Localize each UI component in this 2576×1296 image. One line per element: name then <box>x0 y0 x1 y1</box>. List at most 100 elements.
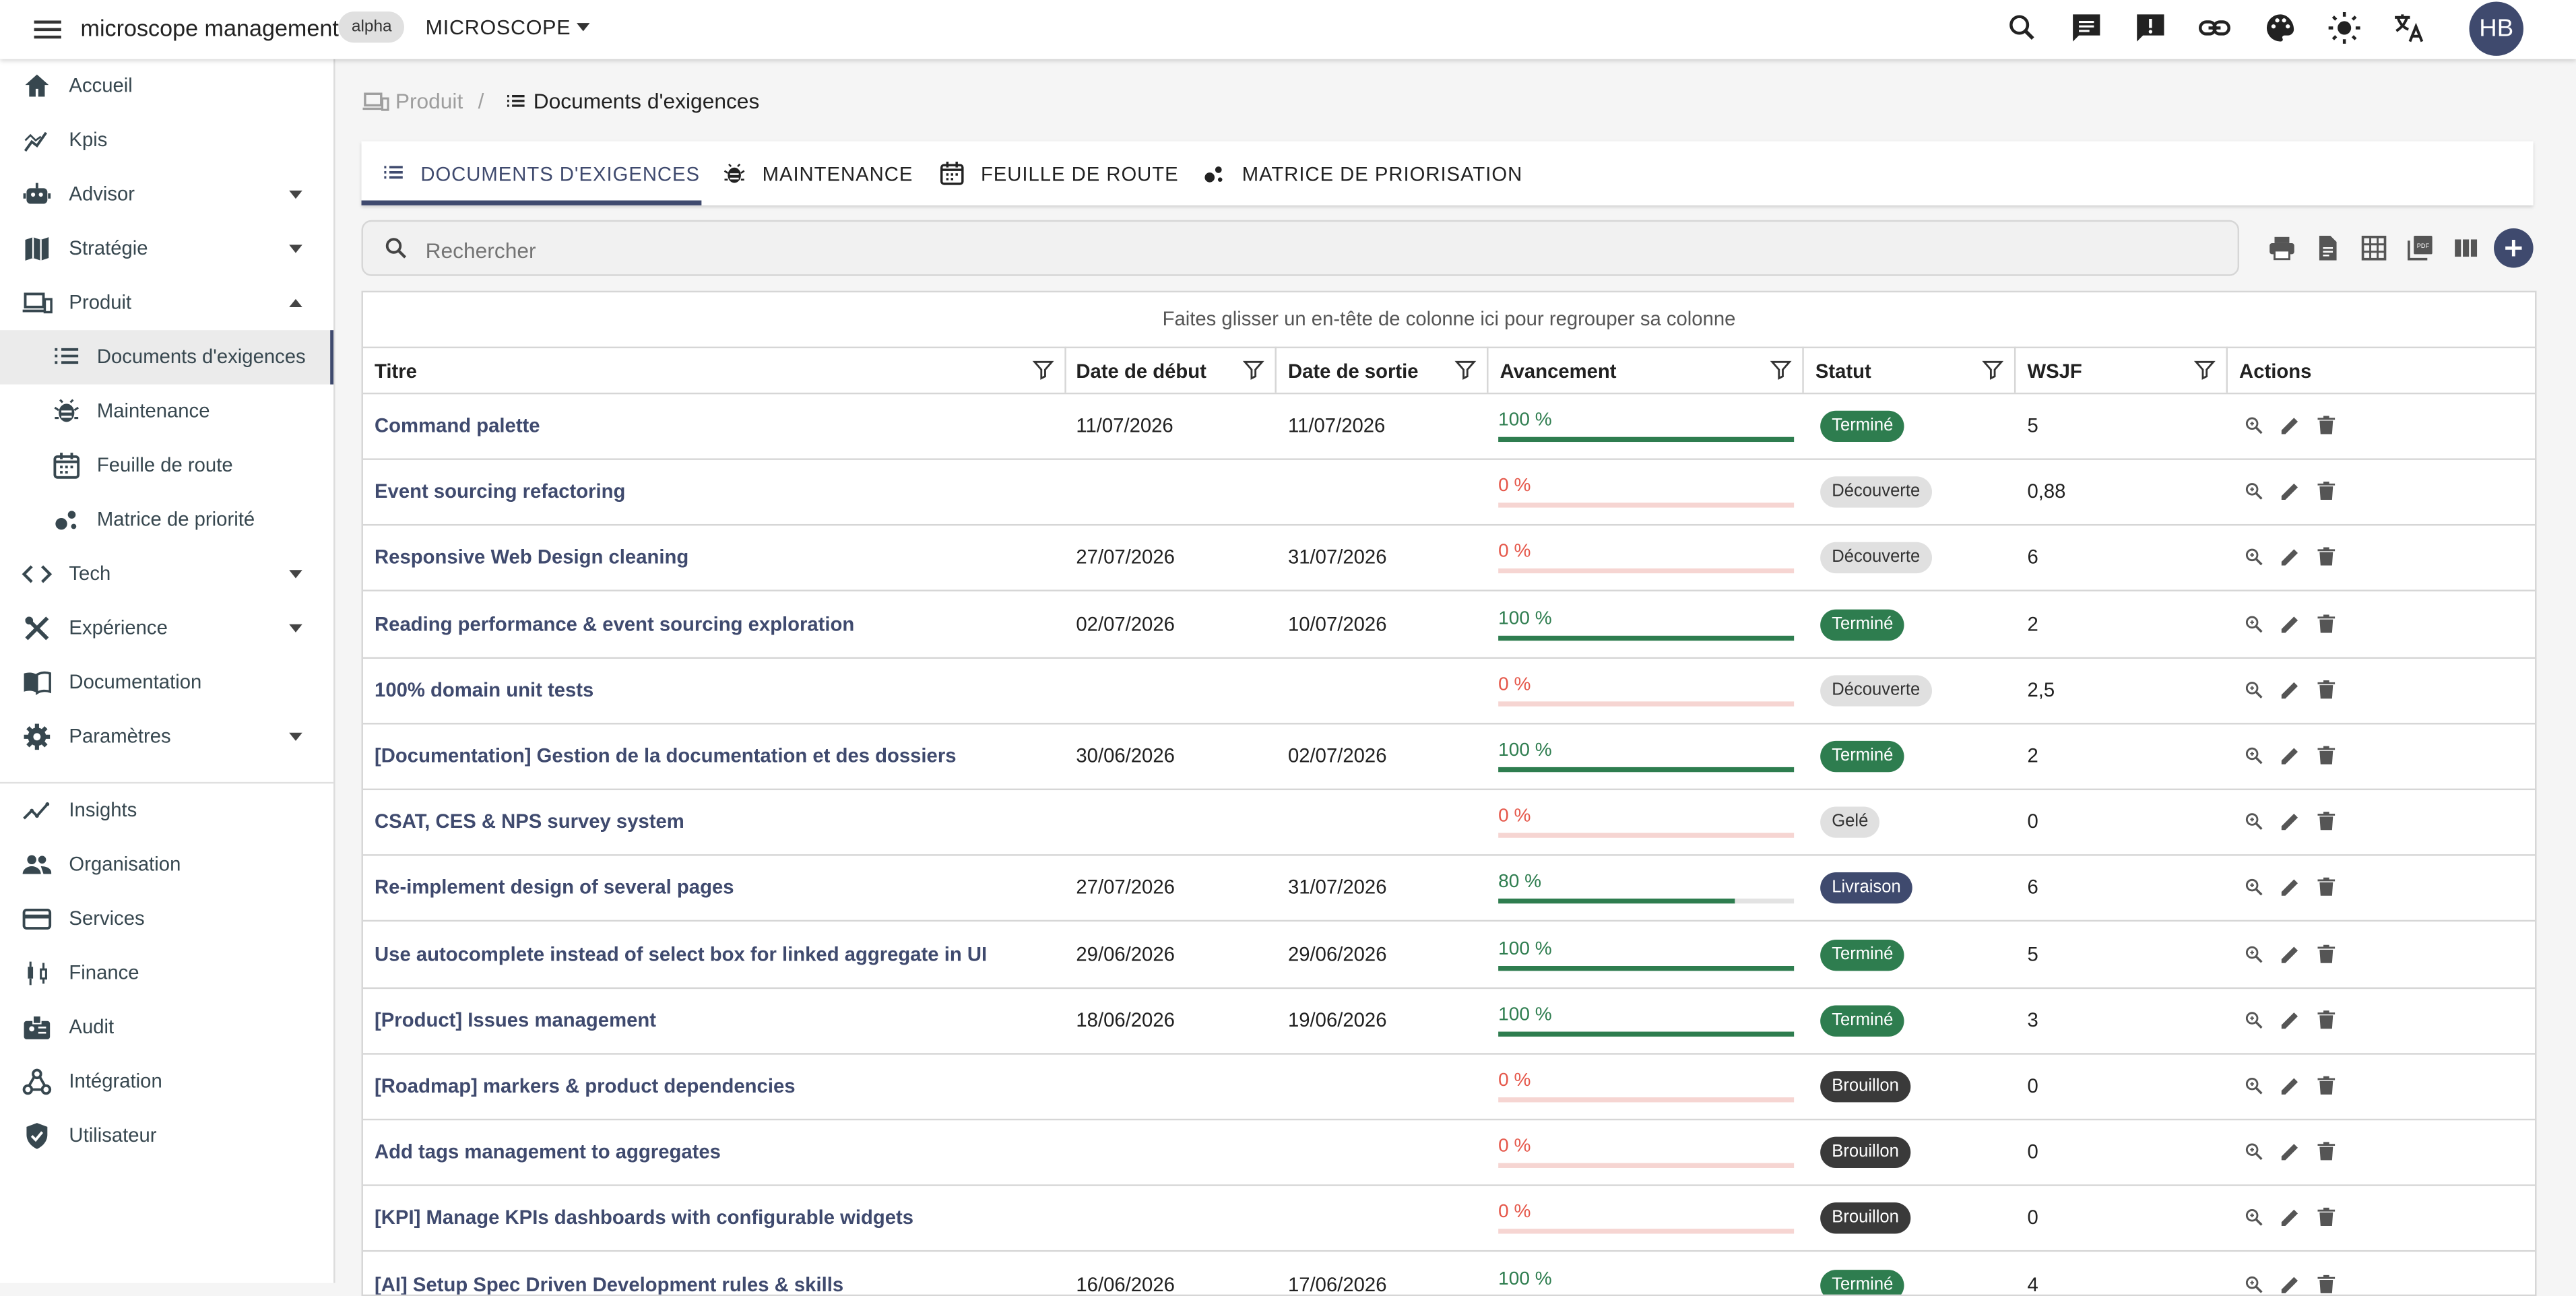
delete-icon[interactable] <box>2315 876 2338 899</box>
table-row[interactable]: Responsive Web Design cleaning 27/07/2026… <box>362 525 2536 592</box>
view-icon[interactable] <box>2243 1206 2265 1229</box>
sidebar-item-tech[interactable]: Tech <box>0 547 333 601</box>
sidebar-item-organisation[interactable]: Organisation <box>0 838 333 892</box>
table-row[interactable]: Use autocomplete instead of select box f… <box>362 921 2536 989</box>
tab-maintenance[interactable]: MAINTENANCE <box>721 141 913 205</box>
chat-icon[interactable] <box>2068 10 2104 46</box>
delete-icon[interactable] <box>2315 546 2338 569</box>
delete-icon[interactable] <box>2315 1272 2338 1295</box>
view-icon[interactable] <box>2243 942 2265 965</box>
delete-icon[interactable] <box>2315 1008 2338 1031</box>
column-header-statut[interactable]: Statut <box>1804 346 2016 393</box>
edit-icon[interactable] <box>2279 744 2302 767</box>
table-row[interactable]: [KPI] Manage KPIs dashboards with config… <box>362 1185 2536 1253</box>
row-title-link[interactable]: [AI] Setup Spec Driven Development rules… <box>375 1272 843 1295</box>
delete-icon[interactable] <box>2315 810 2338 833</box>
columns-icon[interactable] <box>2451 233 2481 263</box>
view-icon[interactable] <box>2243 810 2265 833</box>
brightness-icon[interactable] <box>2326 10 2362 46</box>
column-header-date-debut[interactable]: Date de début <box>1064 346 1277 393</box>
view-icon[interactable] <box>2243 612 2265 635</box>
chevron-down-icon[interactable] <box>289 624 302 633</box>
delete-icon[interactable] <box>2315 1074 2338 1097</box>
edit-icon[interactable] <box>2279 1140 2302 1163</box>
breadcrumb-parent[interactable]: Produit <box>362 87 463 113</box>
sidebar-item-documents-exigences[interactable]: Documents d'exigences <box>0 330 334 385</box>
translate-icon[interactable] <box>2390 10 2426 46</box>
avatar[interactable]: HB <box>2469 1 2523 56</box>
edit-icon[interactable] <box>2279 810 2302 833</box>
feedback-icon[interactable] <box>2133 10 2169 46</box>
edit-icon[interactable] <box>2279 1206 2302 1229</box>
view-icon[interactable] <box>2243 1272 2265 1295</box>
view-icon[interactable] <box>2243 876 2265 899</box>
pdf-icon[interactable]: PDF <box>2405 233 2435 263</box>
edit-icon[interactable] <box>2279 942 2302 965</box>
group-drop-zone[interactable]: Faites glisser un en-tête de colonne ici… <box>362 292 2536 349</box>
search-input[interactable] <box>422 230 2220 269</box>
filter-icon[interactable] <box>1981 358 2004 381</box>
delete-icon[interactable] <box>2315 414 2338 437</box>
filter-icon[interactable] <box>2193 358 2216 381</box>
sidebar-item-documentation[interactable]: Documentation <box>0 655 333 709</box>
delete-icon[interactable] <box>2315 1206 2338 1229</box>
chevron-down-icon[interactable] <box>577 23 590 32</box>
delete-icon[interactable] <box>2315 480 2338 503</box>
tab-matrice-priorisation[interactable]: MATRICE DE PRIORISATION <box>1201 141 1522 205</box>
edit-icon[interactable] <box>2279 480 2302 503</box>
tab-feuille-de-route[interactable]: FEUILLE DE ROUTE <box>938 141 1179 205</box>
edit-icon[interactable] <box>2279 414 2302 437</box>
sidebar-item-feuille-de-route[interactable]: Feuille de route <box>0 439 333 492</box>
table-row[interactable]: [Roadmap] markers & product dependencies… <box>362 1053 2536 1121</box>
chevron-down-icon[interactable] <box>289 732 302 741</box>
view-icon[interactable] <box>2243 678 2265 701</box>
sidebar-item-utilisateur[interactable]: Utilisateur <box>0 1109 333 1163</box>
add-button[interactable] <box>2494 228 2534 268</box>
column-header-date-sortie[interactable]: Date de sortie <box>1277 346 1489 393</box>
sidebar-item-strategie[interactable]: Stratégie <box>0 222 333 276</box>
view-icon[interactable] <box>2243 546 2265 569</box>
table-row[interactable]: Event sourcing refactoring 0 % Découverte 0… <box>362 459 2536 526</box>
table-row[interactable]: Re-implement design of several pages 27/0… <box>362 855 2536 923</box>
grid-icon[interactable] <box>2359 233 2389 263</box>
edit-icon[interactable] <box>2279 678 2302 701</box>
sidebar-item-insights[interactable]: Insights <box>0 783 333 837</box>
chevron-down-icon[interactable] <box>289 245 302 253</box>
view-icon[interactable] <box>2243 480 2265 503</box>
sidebar-item-integration[interactable]: Intégration <box>0 1055 333 1109</box>
menu-icon[interactable] <box>30 11 66 48</box>
search-icon[interactable] <box>2004 10 2040 46</box>
view-icon[interactable] <box>2243 1008 2265 1031</box>
table-row[interactable]: Add tags management to aggregates 0 % Brou… <box>362 1119 2536 1187</box>
print-icon[interactable] <box>2267 233 2297 263</box>
table-row[interactable]: CSAT, CES & NPS survey system 0 % Gelé 0 <box>362 789 2536 857</box>
table-row[interactable]: [AI] Setup Spec Driven Development rules… <box>363 1251 2535 1295</box>
sidebar-item-finance[interactable]: Finance <box>0 946 333 1000</box>
chevron-down-icon[interactable] <box>289 190 302 199</box>
column-header-wsjf[interactable]: WSJF <box>2016 346 2228 393</box>
sidebar-item-matrice-priorite[interactable]: Matrice de priorité <box>0 493 333 547</box>
view-icon[interactable] <box>2243 744 2265 767</box>
document-icon[interactable] <box>2313 233 2343 263</box>
sidebar-item-audit[interactable]: Audit <box>0 1000 333 1054</box>
sidebar-item-accueil[interactable]: Accueil <box>0 59 333 113</box>
edit-icon[interactable] <box>2279 1272 2302 1295</box>
tab-documents-exigences[interactable]: DOCUMENTS D'EXIGENCES <box>381 141 700 205</box>
filter-icon[interactable] <box>1454 358 1477 381</box>
table-row[interactable]: [Product] Issues management 18/06/2026 19/… <box>362 987 2536 1055</box>
delete-icon[interactable] <box>2315 612 2338 635</box>
delete-icon[interactable] <box>2315 744 2338 767</box>
link-icon[interactable] <box>2197 10 2233 46</box>
column-header-titre[interactable]: Titre <box>363 346 1066 393</box>
palette-icon[interactable] <box>2262 10 2298 46</box>
view-icon[interactable] <box>2243 1074 2265 1097</box>
table-row[interactable]: 100% domain unit tests 0 % Découverte 2,5 <box>362 657 2536 725</box>
edit-icon[interactable] <box>2279 1074 2302 1097</box>
sidebar-item-experience[interactable]: Expérience <box>0 602 333 655</box>
sidebar-item-parametres[interactable]: Paramètres <box>0 710 333 764</box>
edit-icon[interactable] <box>2279 1008 2302 1031</box>
table-row[interactable]: [Documentation] Gestion de la documentat… <box>362 723 2536 791</box>
search-field[interactable] <box>361 220 2240 276</box>
table-row[interactable]: Command palette 11/07/2026 11/07/2026 100 %… <box>362 393 2536 460</box>
chevron-up-icon[interactable] <box>289 298 302 308</box>
